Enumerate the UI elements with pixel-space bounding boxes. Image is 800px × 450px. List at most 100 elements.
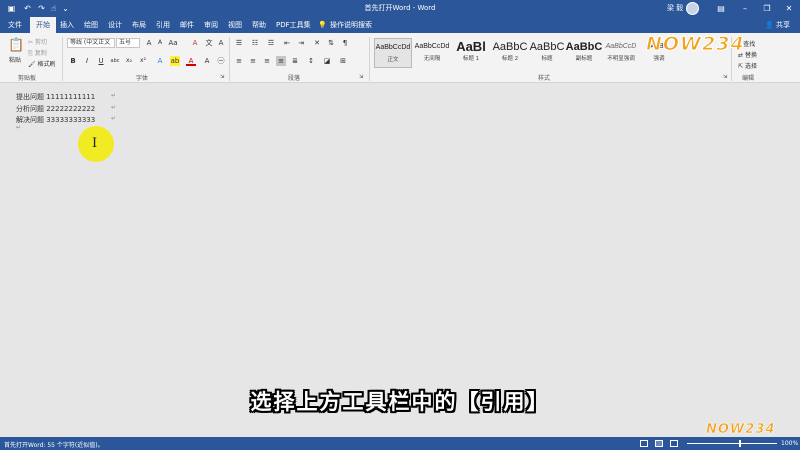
style-normal[interactable]: AaBbCcDd 正文 <box>374 38 412 68</box>
justify-icon[interactable]: ≡ <box>276 56 286 66</box>
redo-icon[interactable]: ↷ <box>36 3 47 14</box>
tab-layout[interactable]: 布局 <box>132 17 146 33</box>
tell-me-search[interactable]: 操作说明搜索 <box>330 17 372 33</box>
brush-icon: 🖌 <box>28 61 38 68</box>
font-color-icon[interactable]: A <box>186 56 196 66</box>
cursor-icon: ⇱ <box>738 63 745 70</box>
style-title[interactable]: AaBbC 标题 <box>528 38 566 68</box>
tab-help[interactable]: 帮助 <box>252 17 266 33</box>
superscript-icon[interactable]: x² <box>138 56 148 66</box>
tab-file[interactable]: 文件 <box>0 17 30 33</box>
tab-draw[interactable]: 绘图 <box>84 17 98 33</box>
style-sample: AaBbC <box>492 41 528 53</box>
close-icon[interactable]: ✕ <box>782 2 796 15</box>
doc-line-1[interactable]: 提出问题 11111111111 <box>16 92 95 102</box>
zoom-slider[interactable] <box>687 443 777 444</box>
print-layout-icon[interactable] <box>655 440 663 447</box>
web-layout-icon[interactable] <box>670 440 678 447</box>
read-mode-icon[interactable] <box>640 440 648 447</box>
font-dialog-launcher-icon[interactable]: ⇲ <box>220 74 224 80</box>
ribbon-display-icon[interactable]: ▤ <box>714 2 728 15</box>
share-button[interactable]: 👤 共享 <box>765 17 790 33</box>
char-border-icon[interactable]: A <box>216 38 226 48</box>
paragraph-dialog-launcher-icon[interactable]: ⇲ <box>359 74 363 80</box>
style-subtitle[interactable]: AaBbC 副标题 <box>565 38 603 68</box>
italic-icon[interactable]: I <box>82 56 92 66</box>
show-marks-icon[interactable]: ¶ <box>340 38 350 48</box>
tab-design[interactable]: 设计 <box>108 17 122 33</box>
lightbulb-icon[interactable]: 💡 <box>318 17 327 33</box>
paste-icon[interactable]: 📋 <box>8 38 24 54</box>
style-sample: AaBl <box>456 39 486 54</box>
format-painter-button[interactable]: 🖌 格式刷 <box>28 59 56 68</box>
style-name: 正文 <box>387 57 399 63</box>
font-name-combo[interactable]: 等线 (中文正文 <box>67 38 115 48</box>
distributed-icon[interactable]: ≣ <box>290 56 300 66</box>
subscript-icon[interactable]: x₂ <box>124 56 134 66</box>
align-center-icon[interactable]: ≡ <box>248 56 258 66</box>
tab-mailings[interactable]: 邮件 <box>180 17 194 33</box>
paste-label[interactable]: 粘贴 <box>9 55 21 64</box>
styles-dialog-launcher-icon[interactable]: ⇲ <box>723 74 727 80</box>
copy-button[interactable]: ⎘ 复制 <box>28 48 47 58</box>
style-no-spacing[interactable]: AaBbCcDd 无间隔 <box>413 38 451 68</box>
ribbon-tabs: 文件 开始 插入 绘图 设计 布局 引用 邮件 审阅 视图 帮助 PDF工具集 … <box>0 17 800 33</box>
user-name[interactable]: 梁 毅 <box>667 3 683 13</box>
sort-icon[interactable]: ⇅ <box>326 38 336 48</box>
align-right-icon[interactable]: ≡ <box>262 56 272 66</box>
numbering-icon[interactable]: ☷ <box>250 38 260 48</box>
paragraph-mark: ↵ <box>111 92 117 99</box>
phonetic-guide-icon[interactable]: 文 <box>204 38 214 48</box>
char-shading-icon[interactable]: A <box>202 56 212 66</box>
increase-indent-icon[interactable]: ⇥ <box>296 38 306 48</box>
tab-pdf-tools[interactable]: PDF工具集 <box>276 17 311 33</box>
text-effects-icon[interactable]: A <box>155 56 165 66</box>
tab-insert[interactable]: 插入 <box>60 17 74 33</box>
align-left-icon[interactable]: ≡ <box>234 56 244 66</box>
strikethrough-icon[interactable]: abc <box>110 56 120 66</box>
borders-icon[interactable]: ⊞ <box>338 56 348 66</box>
enclose-char-icon[interactable]: ㊀ <box>216 56 226 66</box>
copy-icon: ⎘ <box>28 50 35 57</box>
bullets-icon[interactable]: ☰ <box>234 38 244 48</box>
document-area[interactable]: 提出问题 11111111111 分析问题 22222222222 解决问题 3… <box>0 84 800 437</box>
decrease-indent-icon[interactable]: ⇤ <box>282 38 292 48</box>
tab-review[interactable]: 审阅 <box>204 17 218 33</box>
status-bar: 首先打开Word: 55 个字符(近似值)。 100% <box>0 437 800 450</box>
touch-mode-icon[interactable]: ☝ <box>48 3 59 14</box>
replace-label: 替换 <box>744 52 757 59</box>
minimize-icon[interactable]: – <box>738 2 752 15</box>
title-bar: ▣ ↶ ↷ ☝ ⌄ 首先打开Word - Word 梁 毅 ▤ – ❐ ✕ <box>0 0 800 17</box>
status-text: 首先打开Word: 55 个字符(近似值)。 <box>4 442 104 449</box>
tab-view[interactable]: 视图 <box>228 17 242 33</box>
maximize-icon[interactable]: ❐ <box>760 2 774 15</box>
chinese-layout-icon[interactable]: ✕ <box>312 38 322 48</box>
zoom-level[interactable]: 100% <box>781 440 798 447</box>
underline-icon[interactable]: U <box>96 56 106 66</box>
style-heading-2[interactable]: AaBbC 标题 2 <box>491 38 529 68</box>
multilevel-list-icon[interactable]: ☲ <box>266 38 276 48</box>
shrink-font-icon[interactable]: A <box>155 38 165 48</box>
shading-icon[interactable]: ◪ <box>322 56 332 66</box>
avatar[interactable] <box>686 2 699 15</box>
select-button[interactable]: ⇱ 选择 <box>738 61 757 70</box>
highlight-icon[interactable]: ab <box>170 56 180 66</box>
doc-line-3[interactable]: 解决问题 33333333333 <box>16 115 95 125</box>
style-heading-1[interactable]: AaBl 标题 1 <box>452 38 490 68</box>
style-subtle-emphasis[interactable]: AaBbCcD 不明显强调 <box>602 38 640 68</box>
doc-line-2[interactable]: 分析问题 22222222222 <box>16 104 95 114</box>
save-icon[interactable]: ▣ <box>6 3 17 14</box>
font-size-combo[interactable]: 五号 <box>116 38 140 48</box>
line-spacing-icon[interactable]: ↕ <box>306 56 316 66</box>
customize-icon[interactable]: ⌄ <box>60 3 71 14</box>
change-case-icon[interactable]: Aa <box>168 38 178 48</box>
grow-font-icon[interactable]: A <box>144 38 154 48</box>
undo-icon[interactable]: ↶ <box>22 3 33 14</box>
cut-button[interactable]: ✂ 剪切 <box>28 37 47 46</box>
bold-icon[interactable]: B <box>68 56 78 66</box>
tab-references[interactable]: 引用 <box>156 17 170 33</box>
group-divider <box>369 37 370 81</box>
tab-home[interactable]: 开始 <box>30 17 56 33</box>
clear-format-icon[interactable]: A <box>190 38 200 48</box>
zoom-slider-thumb[interactable] <box>739 440 741 447</box>
